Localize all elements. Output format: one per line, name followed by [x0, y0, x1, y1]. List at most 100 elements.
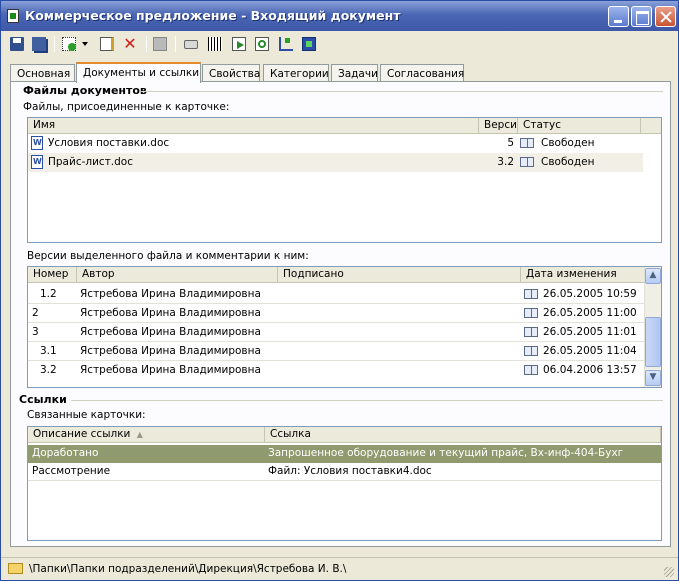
- scroll-down-arrow-icon[interactable]: ▼: [645, 370, 661, 386]
- tab-documents-and-links[interactable]: Документы и ссылки: [76, 62, 201, 83]
- toolbar-separator: [54, 36, 55, 52]
- column-header-link[interactable]: Ссылка: [265, 427, 661, 443]
- version-row[interactable]: 3.2 Ястребова Ирина Владимировна 06.04.2…: [28, 361, 646, 380]
- column-header-signed[interactable]: Подписано: [278, 267, 521, 283]
- versions-scrollbar[interactable]: ▲ ▼: [644, 267, 661, 387]
- versions-list-label: Версии выделенного файла и комментарии к…: [27, 250, 309, 262]
- maximize-button[interactable]: [631, 6, 652, 27]
- title-bar[interactable]: Коммерческое предложение - Входящий доку…: [1, 1, 678, 31]
- close-button[interactable]: [655, 6, 676, 27]
- file-version: 5: [507, 137, 514, 149]
- version-author: Ястребова Ирина Владимировна: [80, 288, 261, 300]
- minimize-button[interactable]: [608, 6, 629, 27]
- word-document-icon: [31, 136, 43, 150]
- tab-properties[interactable]: Свойства: [202, 64, 260, 82]
- sort-ascending-icon: ▲: [136, 430, 143, 439]
- file-row[interactable]: Прайс-лист.doc 3.2 Свободен: [28, 153, 643, 172]
- section-divider: [71, 400, 663, 401]
- file-version: 3.2: [497, 156, 514, 168]
- toolbar-separator: [175, 36, 176, 52]
- link-description: Доработано: [32, 447, 99, 459]
- properties-icon[interactable]: [98, 35, 116, 53]
- files-list[interactable]: Имя Версия Статус Условия поставки.doc 5…: [27, 117, 662, 243]
- version-date: 26.05.2005 11:01: [543, 326, 637, 338]
- version-book-icon: [524, 308, 538, 318]
- toolbar-separator: [146, 36, 147, 52]
- status-bar: \Папки\Папки подразделений\Дирекция\Ястр…: [1, 557, 678, 580]
- file-row[interactable]: Условия поставки.doc 5 Свободен: [28, 134, 643, 153]
- version-author: Ястребова Ирина Владимировна: [80, 345, 261, 357]
- tab-main[interactable]: Основная: [10, 64, 75, 82]
- version-row[interactable]: 2 Ястребова Ирина Владимировна 26.05.200…: [28, 304, 646, 323]
- tab-tasks[interactable]: Задачи: [331, 64, 378, 82]
- print-icon[interactable]: [182, 35, 200, 53]
- version-book-icon: [524, 346, 538, 356]
- resize-grip[interactable]: [664, 567, 674, 577]
- column-header-status[interactable]: Статус: [518, 118, 641, 134]
- link-target: Запрошенное оборудование и текущий прайс…: [268, 447, 624, 459]
- file-name: Условия поставки.doc: [48, 137, 170, 149]
- links-list-label: Связанные карточки:: [27, 409, 146, 421]
- version-row[interactable]: 3 Ястребова Ирина Владимировна 26.05.200…: [28, 323, 646, 342]
- version-row[interactable]: 1.2 Ястребова Ирина Владимировна 26.05.2…: [28, 285, 646, 304]
- version-book-icon: [524, 327, 538, 337]
- scroll-up-arrow-icon[interactable]: ▲: [645, 268, 661, 284]
- refresh-icon[interactable]: [253, 35, 271, 53]
- version-author: Ястребова Ирина Владимировна: [80, 326, 261, 338]
- version-number: 3: [32, 326, 39, 338]
- save-icon[interactable]: [8, 35, 26, 53]
- version-row[interactable]: 3.1 Ястребова Ирина Владимировна 26.05.2…: [28, 342, 646, 361]
- document-app-icon[interactable]: [7, 9, 19, 23]
- files-list-label: Файлы, присоединенные к карточке:: [23, 101, 230, 113]
- version-author: Ястребова Ирина Владимировна: [80, 364, 261, 376]
- dropdown-arrow-icon[interactable]: [80, 35, 90, 53]
- application-window: Коммерческое предложение - Входящий доку…: [0, 0, 679, 581]
- folder-icon: [8, 563, 23, 574]
- column-header-name[interactable]: Имя: [28, 118, 479, 134]
- version-author: Ястребова Ирина Владимировна: [80, 307, 261, 319]
- tab-approvals[interactable]: Согласования: [380, 64, 464, 82]
- version-number: 3.1: [40, 345, 57, 357]
- file-status: Свободен: [541, 156, 595, 168]
- version-date: 26.05.2005 10:59: [543, 288, 637, 300]
- version-date: 26.05.2005 11:00: [543, 307, 637, 319]
- status-book-icon: [520, 138, 534, 148]
- status-book-icon: [520, 157, 534, 167]
- section-divider: [141, 91, 663, 92]
- link-row[interactable]: Рассмотрение Файл: Условия поставки4.doc: [28, 463, 661, 481]
- tab-categories[interactable]: Категории: [263, 64, 329, 82]
- sign-icon[interactable]: [151, 35, 169, 53]
- versions-list[interactable]: Номер Автор Подписано Дата изменения 1.2…: [27, 266, 662, 388]
- export-icon[interactable]: [230, 35, 248, 53]
- window-title: Коммерческое предложение - Входящий доку…: [25, 8, 401, 23]
- version-book-icon: [524, 365, 538, 375]
- save-all-icon[interactable]: [30, 35, 48, 53]
- links-section-title: Ссылки: [19, 393, 67, 406]
- delete-icon[interactable]: ✕: [121, 35, 139, 53]
- folder-path: \Папки\Папки подразделений\Дирекция\Ястр…: [29, 563, 347, 575]
- column-header-number[interactable]: Номер: [28, 267, 77, 283]
- link-row[interactable]: Доработано Запрошенное оборудование и те…: [28, 445, 661, 463]
- version-date: 06.04.2006 13:57: [543, 364, 637, 376]
- column-header-link-description[interactable]: Описание ссылки ▲: [28, 427, 265, 443]
- column-header-date[interactable]: Дата изменения: [521, 267, 646, 283]
- link-target: Файл: Условия поставки4.doc: [268, 465, 432, 477]
- barcode-icon[interactable]: [206, 35, 224, 53]
- file-status: Свободен: [541, 137, 595, 149]
- scroll-thumb[interactable]: [645, 317, 661, 367]
- link-description: Рассмотрение: [32, 465, 111, 477]
- workflow-icon[interactable]: [300, 35, 318, 53]
- new-document-icon[interactable]: [60, 35, 78, 53]
- word-document-icon: [31, 155, 43, 169]
- structure-icon[interactable]: [277, 35, 295, 53]
- version-number: 3.2: [40, 364, 57, 376]
- files-section-title: Файлы документов: [23, 84, 147, 97]
- toolbar: ✕: [4, 33, 676, 55]
- column-header-author[interactable]: Автор: [77, 267, 278, 283]
- version-book-icon: [524, 289, 538, 299]
- column-header-version[interactable]: Версия: [479, 118, 518, 134]
- links-list[interactable]: Описание ссылки ▲ Ссылка Доработано Запр…: [27, 426, 662, 541]
- column-header-link-description-label: Описание ссылки: [33, 428, 131, 440]
- column-header-filler: [641, 118, 661, 134]
- tab-panel: Файлы документов Файлы, присоединенные к…: [10, 81, 671, 547]
